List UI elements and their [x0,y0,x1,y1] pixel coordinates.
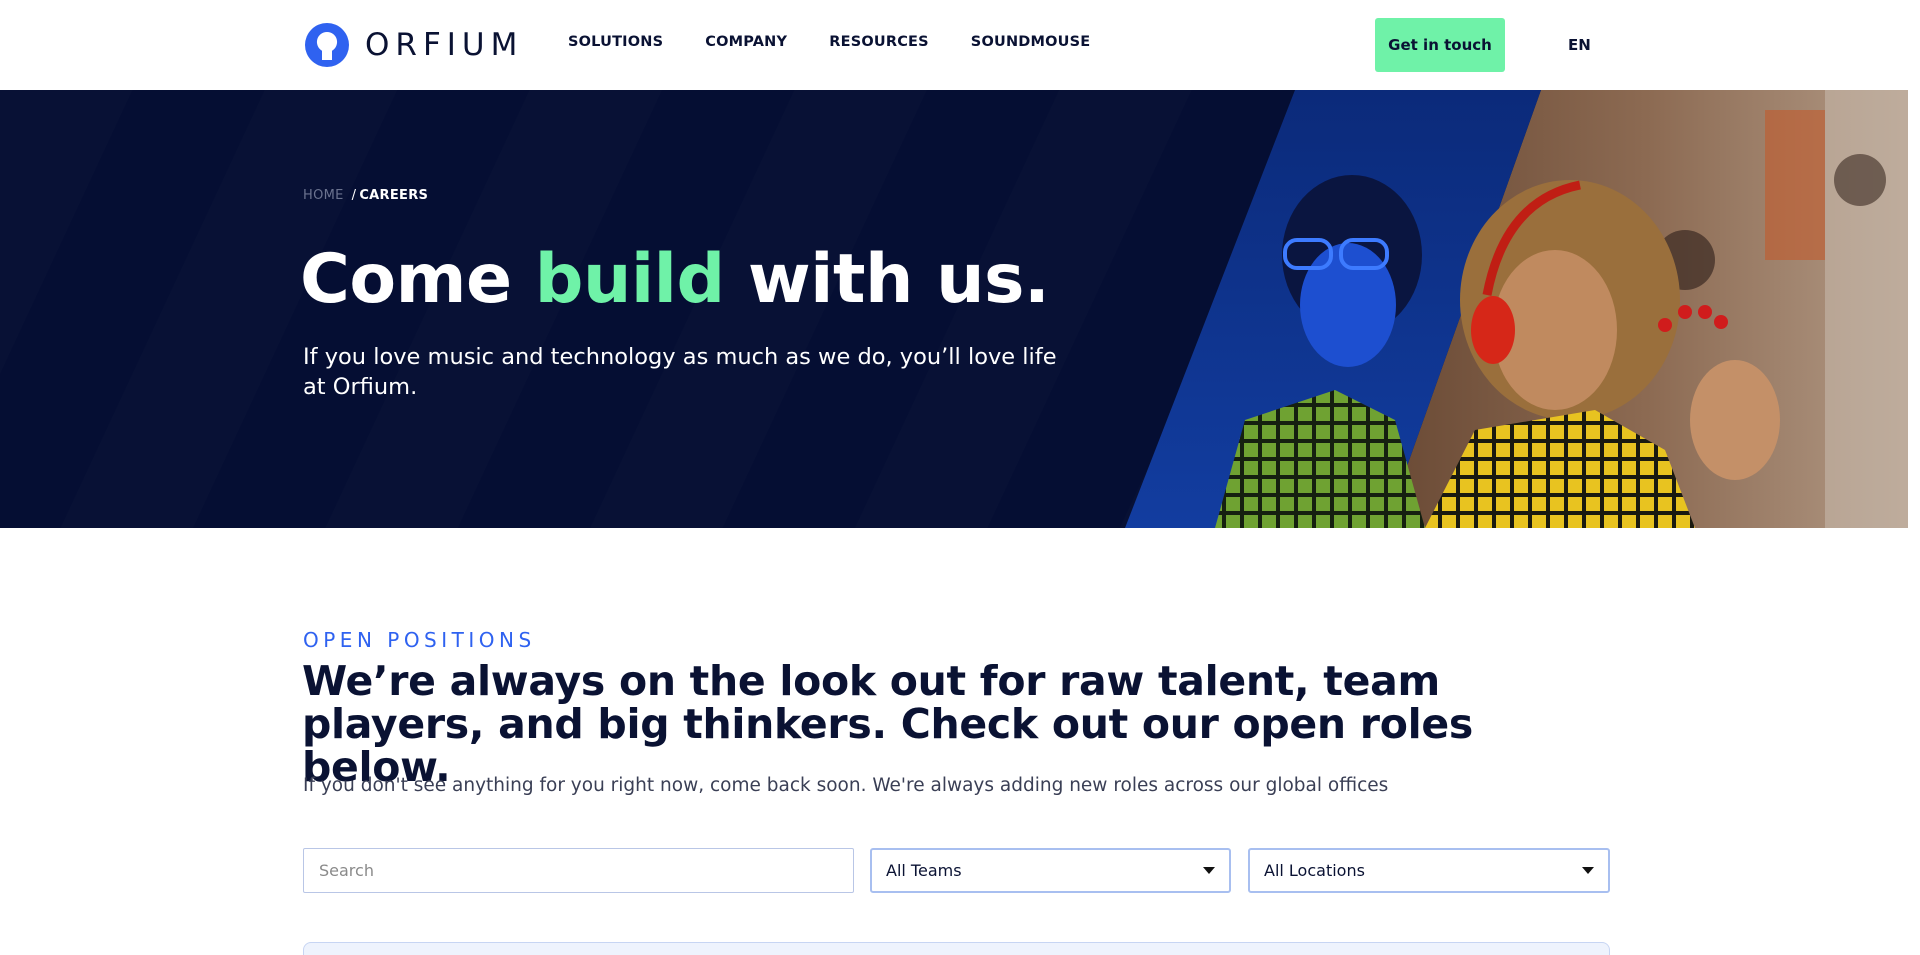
breadcrumb-current: CAREERS [359,188,429,203]
open-positions-description: If you don't see anything for you right … [303,775,1389,796]
hero-subtitle: If you love music and technology as much… [303,344,1057,400]
teams-select[interactable]: All Teams [870,848,1231,893]
breadcrumb-separator: / [351,188,357,203]
hero-banner: HOME / CAREERS Come build with us. If you … [0,90,1908,528]
main-nav: SOLUTIONS COMPANY RESOURCES SOUNDMOUSE [568,34,1132,50]
orfium-logo-icon [305,23,349,67]
nav-solutions[interactable]: SOLUTIONS [568,34,663,50]
site-header: ORFIUM SOLUTIONS COMPANY RESOURCES SOUND… [0,0,1920,90]
hero-photo [1125,90,1908,528]
hero-title-end: with us. [724,240,1050,319]
hero-title: Come build with us. [300,240,1050,319]
locations-select[interactable]: All Locations [1248,848,1610,893]
logo-text: ORFIUM [365,27,524,63]
hero-title-accent: build [534,240,725,319]
open-positions-eyebrow: OPEN POSITIONS [303,628,536,652]
nav-resources[interactable]: RESOURCES [829,34,929,50]
breadcrumb: HOME / CAREERS [303,188,428,203]
teams-select-value: All Teams [886,861,962,880]
get-in-touch-button[interactable]: Get in touch [1375,18,1505,72]
search-input[interactable] [303,848,854,893]
nav-company[interactable]: COMPANY [705,34,787,50]
language-selector[interactable]: EN [1568,36,1591,54]
nav-soundmouse[interactable]: SOUNDMOUSE [971,34,1091,50]
open-positions-title: We’re always on the look out for raw tal… [302,657,1473,791]
positions-list [303,942,1610,955]
breadcrumb-home-link[interactable]: HOME [303,188,344,203]
caret-down-icon [1203,867,1215,874]
hero-title-start: Come [300,240,535,319]
caret-down-icon [1582,867,1594,874]
locations-select-value: All Locations [1264,861,1365,880]
orfium-logo[interactable]: ORFIUM [304,21,523,69]
